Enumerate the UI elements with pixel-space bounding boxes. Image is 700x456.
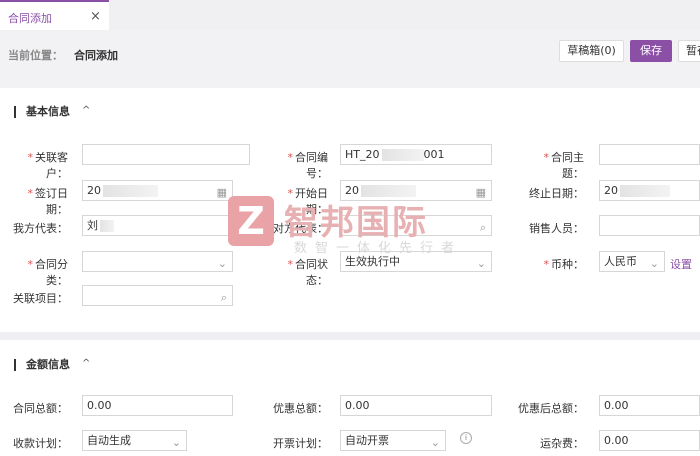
freight-field[interactable]: 0.00 [599,430,700,451]
info-icon[interactable]: i [460,432,472,444]
contract-code-label: * 合同编号： [287,151,329,180]
our-rep-field[interactable]: 刘 [82,215,233,236]
other-rep-field[interactable]: ⌕ [340,215,492,236]
chevron-up-icon[interactable]: ^ [82,105,90,116]
save-button[interactable]: 保存 [630,40,672,62]
category-select[interactable]: ⌄ [82,251,233,272]
total-amount-field[interactable]: 0.00 [82,395,233,416]
invoice-plan-label: 开票计划： [273,437,328,450]
project-label: 关联项目： [13,292,68,305]
discount-field[interactable]: 0.00 [340,395,492,416]
after-discount-field[interactable]: 0.00 [599,395,700,416]
subject-field[interactable] [599,144,700,165]
end-date-field[interactable]: 20 [599,180,700,201]
invoice-plan-select[interactable]: 自动开票 ⌄ [340,430,446,451]
calendar-icon[interactable]: ▦ [476,183,486,200]
section-title-basic: 基本信息 [14,106,70,118]
temp-save-button[interactable]: 暂存 [678,40,700,62]
end-date-label: 终止日期： [529,187,584,200]
draft-box-button[interactable]: 草稿箱(0) [559,40,624,62]
sign-date-field[interactable]: 20 ▦ [82,180,233,201]
search-icon[interactable]: ⌕ [221,288,227,305]
discount-label: 优惠总额： [273,402,328,415]
status-select[interactable]: 生效执行中 ⌄ [340,251,492,272]
amount-info-section: 金额信息 ^ 合同总额： 0.00 优惠总额： 0.00 优惠后总额： 0.00… [0,340,700,456]
basic-info-section: 基本信息 ^ * 关联客户： * 合同编号： HT_20 001 * 合同主题： * 签订… [0,88,700,332]
section-title-amount: 金额信息 [14,359,70,371]
currency-label: * 币种： [543,258,585,271]
collection-plan-select[interactable]: 自动生成 ⌄ [82,430,187,451]
customer-label: * 关联客户： [27,151,69,180]
sales-field[interactable] [599,215,700,236]
breadcrumb-label: 当前位置： [8,49,63,62]
start-date-label: * 开始日期： [287,187,329,216]
currency-select[interactable]: 人民币 ⌄ [599,251,665,272]
sales-label: 销售人员： [529,222,584,235]
calendar-icon[interactable]: ▦ [217,183,227,200]
currency-settings-link[interactable]: 设置 [670,256,692,272]
chevron-down-icon: ⌄ [217,257,227,270]
start-date-field[interactable]: 20 ▦ [340,180,492,201]
customer-field[interactable] [82,144,250,165]
sign-date-label: * 签订日期： [27,187,69,216]
breadcrumb: 合同添加 [74,49,118,62]
tab-label: 合同添加 [8,12,52,25]
total-amount-label: 合同总额： [13,402,68,415]
freight-label: 运杂费： [540,437,584,450]
tab-contract-add[interactable]: 合同添加 × [0,0,109,30]
collection-plan-label: 收款计划： [13,437,68,450]
close-icon[interactable]: × [90,9,101,24]
status-label: * 合同状态： [287,258,329,287]
chevron-down-icon: ⌄ [476,257,486,270]
tab-bar: 合同添加 × [0,0,700,30]
other-rep-label: 对方代表： [273,222,328,235]
chevron-down-icon: ⌄ [430,436,440,449]
chevron-up-icon[interactable]: ^ [82,358,90,369]
contract-code-field[interactable]: HT_20 001 [340,144,492,165]
project-field[interactable]: ⌕ [82,285,233,306]
after-discount-label: 优惠后总额： [518,402,584,415]
chevron-down-icon: ⌄ [171,436,181,449]
header-bar: 当前位置： 合同添加 草稿箱(0) 保存 暂存 [0,30,700,88]
search-icon[interactable]: ⌕ [480,218,486,235]
chevron-down-icon: ⌄ [649,257,659,270]
subject-label: * 合同主题： [543,151,585,180]
category-label: * 合同分类： [27,258,69,287]
our-rep-label: 我方代表： [13,222,68,235]
